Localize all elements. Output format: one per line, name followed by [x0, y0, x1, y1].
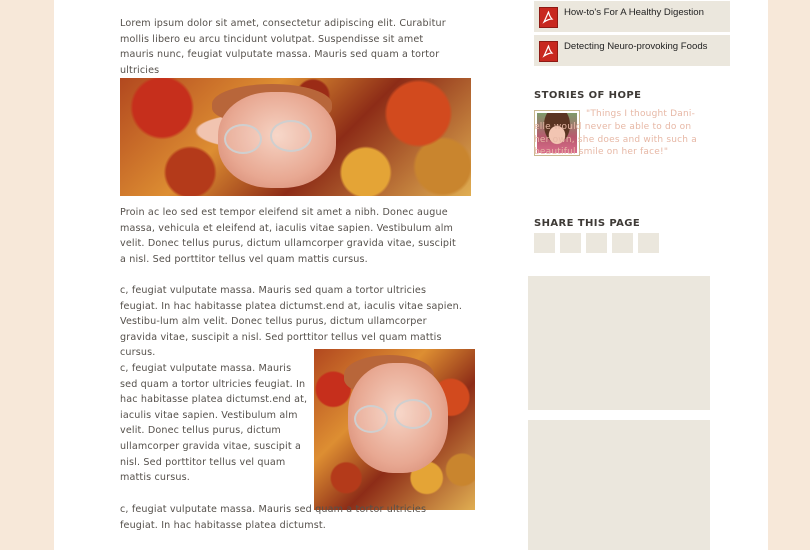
pdf-icon	[539, 41, 558, 62]
share-button[interactable]	[534, 233, 555, 253]
body-paragraph: c, feugiat vulputate massa. Mauris sed q…	[120, 504, 427, 531]
pdf-icon	[539, 7, 558, 28]
glasses-left	[354, 405, 388, 433]
autumn-leaves-photo	[120, 78, 471, 196]
page-content: Lorem ipsum dolor sit amet, consectetur …	[54, 0, 768, 550]
body-paragraph: Lorem ipsum dolor sit amet, consectetur …	[120, 18, 446, 76]
ad-placeholder	[528, 420, 710, 550]
share-button[interactable]	[586, 233, 607, 253]
share-button[interactable]	[638, 233, 659, 253]
glasses-right	[270, 120, 312, 152]
glasses-right	[394, 399, 432, 429]
pdf-download-link[interactable]: How-to's For A Healthy Digestion	[534, 1, 730, 32]
pdf-download-link[interactable]: Detecting Neuro-provoking Foods	[534, 35, 730, 66]
story-quote-text: "Things I thought Dani-elle would never …	[534, 109, 697, 158]
share-this-page-heading: SHARE THIS PAGE	[534, 218, 641, 229]
ad-placeholder	[528, 276, 710, 410]
pdf-link-label: Detecting Neuro-provoking Foods	[564, 41, 708, 52]
stories-of-hope-heading: STORIES OF HOPE	[534, 90, 642, 101]
share-buttons	[534, 233, 659, 253]
story-quote[interactable]: "Things I thought Dani-elle would never …	[534, 108, 709, 159]
body-paragraph: Proin ac leo sed est tempor eleifend sit…	[120, 207, 456, 265]
share-button[interactable]	[560, 233, 581, 253]
autumn-leaves-photo-small	[314, 349, 475, 510]
pdf-link-label: How-to's For A Healthy Digestion	[564, 7, 704, 18]
share-button[interactable]	[612, 233, 633, 253]
body-paragraph: c, feugiat vulputate massa. Mauris sed q…	[120, 363, 308, 484]
glasses-left	[224, 124, 262, 154]
